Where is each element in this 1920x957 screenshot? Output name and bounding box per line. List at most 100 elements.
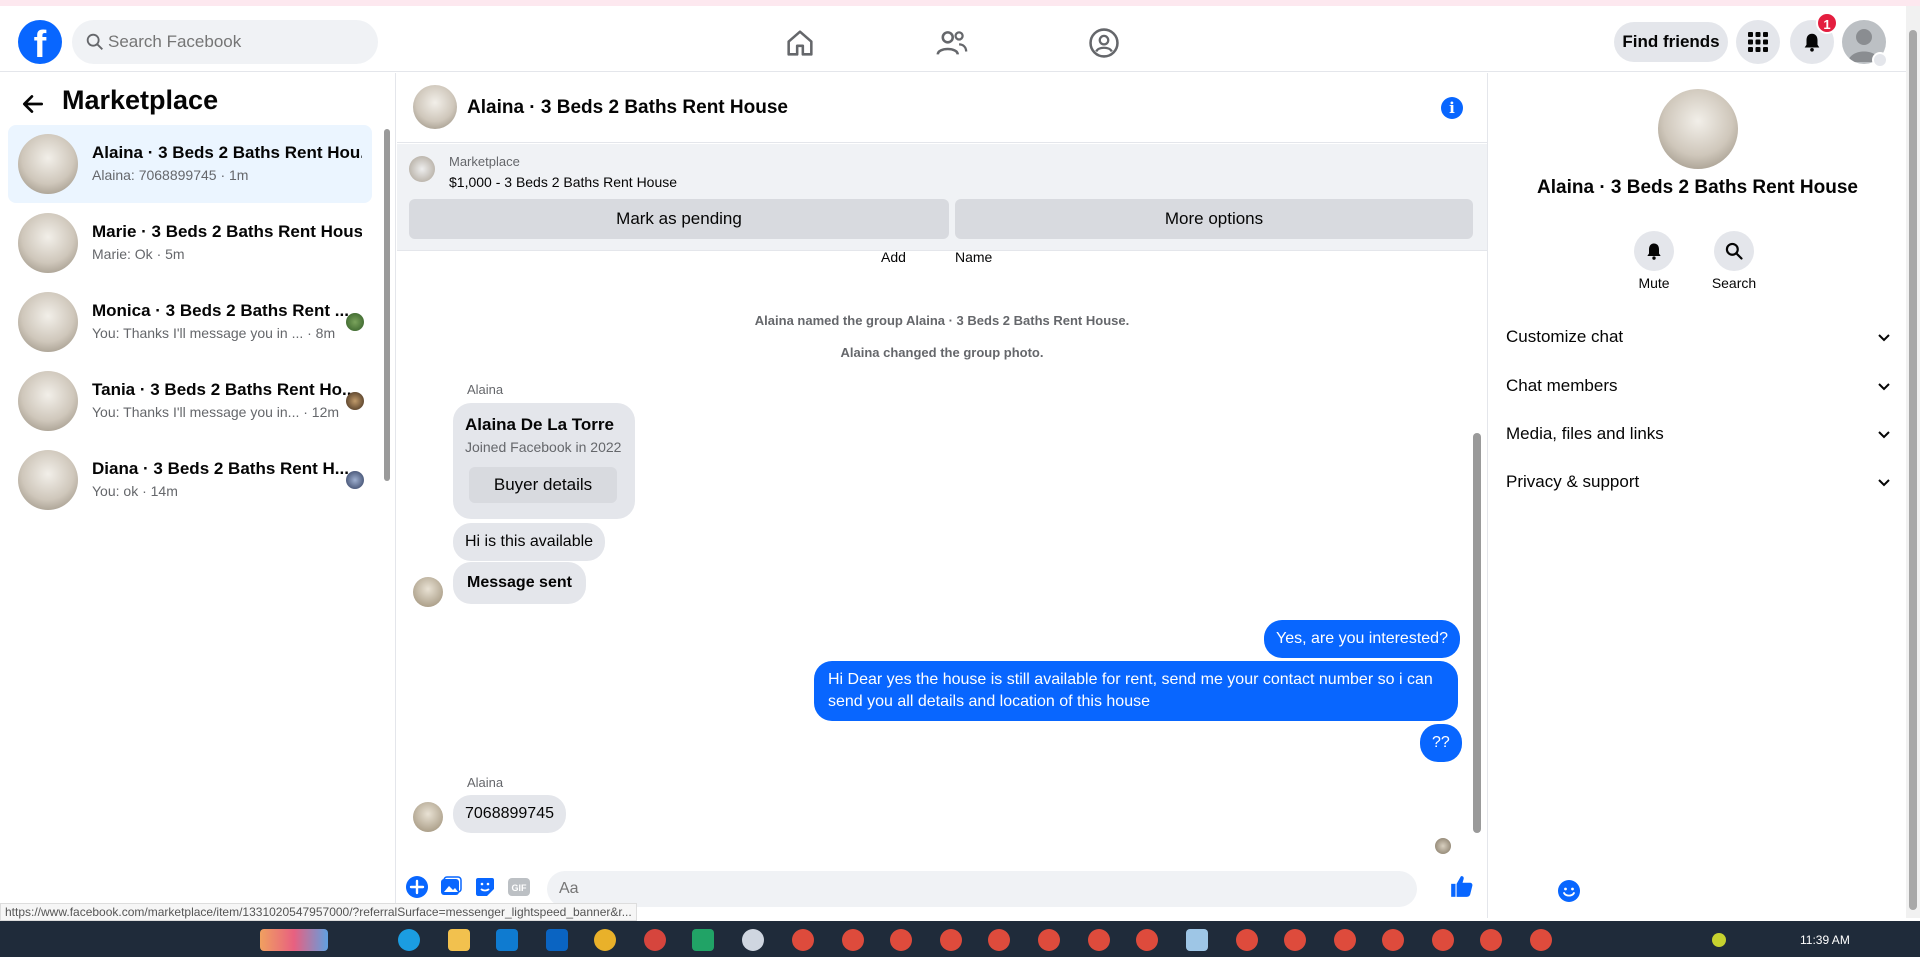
- privacy-support-row[interactable]: Privacy & support: [1506, 462, 1898, 502]
- tray-status-icon[interactable]: [1712, 933, 1726, 947]
- system-message: Alaina named the group Alaina · 3 Beds 2…: [754, 313, 1130, 328]
- mute-label: Mute: [1638, 275, 1670, 291]
- window-scrollbar[interactable]: [1906, 6, 1920, 918]
- more-options-button[interactable]: More options: [955, 199, 1473, 239]
- outlook-icon[interactable]: [546, 929, 568, 951]
- taskbar-clock[interactable]: 11:39 AM: [1800, 933, 1850, 947]
- outgoing-message[interactable]: ??: [1420, 724, 1462, 762]
- find-friends-button[interactable]: Find friends: [1614, 22, 1728, 62]
- conversation-list-scrollbar-thumb[interactable]: [384, 129, 390, 481]
- svg-text:GIF: GIF: [512, 883, 528, 893]
- incoming-message[interactable]: 7068899745: [453, 795, 566, 833]
- conversation-item[interactable]: Tania · 3 Beds 2 Baths Rent Ho... You: T…: [8, 362, 372, 440]
- chrome-profile-icon[interactable]: [1136, 929, 1158, 951]
- link-status-bar: https://www.facebook.com/marketplace/ite…: [0, 903, 637, 921]
- conversation-item[interactable]: Monica · 3 Beds 2 Baths Rent ... You: Th…: [8, 283, 372, 361]
- outgoing-message[interactable]: Yes, are you interested?: [1264, 620, 1460, 658]
- chat-title[interactable]: Alaina · 3 Beds 2 Baths Rent House: [467, 97, 788, 119]
- sender-name: Alaina: [467, 775, 504, 790]
- chat-scrollbar-thumb[interactable]: [1473, 433, 1481, 833]
- message-input-box[interactable]: [547, 871, 1580, 907]
- groups-icon[interactable]: [1087, 26, 1121, 60]
- search-chat-button[interactable]: [1714, 231, 1754, 271]
- window-scrollbar-thumb[interactable]: [1909, 30, 1917, 910]
- facebook-logo-icon[interactable]: f: [18, 20, 62, 66]
- faded-name-label: Name: [955, 249, 993, 265]
- app-icon[interactable]: [742, 929, 764, 951]
- chrome-profile-icon[interactable]: [988, 929, 1010, 951]
- chrome-icon[interactable]: [594, 929, 616, 951]
- photo-icon[interactable]: [439, 875, 463, 899]
- file-explorer-icon[interactable]: [448, 929, 470, 951]
- sender-avatar[interactable]: [413, 802, 443, 832]
- conversation-item[interactable]: Marie · 3 Beds 2 Baths Rent House Marie:…: [8, 204, 372, 282]
- chrome-profile-icon[interactable]: [1432, 929, 1454, 951]
- taskbar-search-highlight-icon[interactable]: [260, 929, 328, 951]
- conversation-item[interactable]: Diana · 3 Beds 2 Baths Rent H... You: ok…: [8, 441, 372, 519]
- info-icon[interactable]: i: [1441, 97, 1463, 119]
- account-chevron-icon[interactable]: [1872, 52, 1888, 68]
- gif-icon[interactable]: GIF: [507, 875, 531, 899]
- conversation-avatar: [18, 134, 78, 194]
- conversation-avatar: [18, 292, 78, 352]
- row-label: Customize chat: [1506, 327, 1624, 346]
- chrome-profile-icon[interactable]: [1236, 929, 1258, 951]
- plus-icon[interactable]: [405, 875, 429, 899]
- outgoing-message[interactable]: Hi Dear yes the house is still available…: [814, 661, 1458, 721]
- sender-avatar[interactable]: [413, 577, 443, 607]
- back-arrow-icon[interactable]: [20, 91, 46, 117]
- media-files-links-row[interactable]: Media, files and links: [1506, 414, 1898, 454]
- thumbs-up-icon[interactable]: [1449, 873, 1475, 899]
- chat-header: Alaina · 3 Beds 2 Baths Rent House i: [397, 73, 1487, 143]
- buyer-profile-card: Alaina De La Torre Joined Facebook in 20…: [453, 403, 635, 519]
- search-icon: [1725, 242, 1743, 260]
- chrome-profile-icon[interactable]: [792, 929, 814, 951]
- buyer-name: Alaina De La Torre: [465, 415, 614, 434]
- edge-icon[interactable]: [398, 929, 420, 951]
- incoming-message[interactable]: Hi is this available: [453, 523, 606, 561]
- search-input[interactable]: [108, 20, 368, 64]
- chrome-profile-icon[interactable]: [842, 929, 864, 951]
- mark-as-pending-button[interactable]: Mark as pending: [409, 199, 949, 239]
- chrome-profile-icon[interactable]: [1530, 929, 1552, 951]
- conversation-list-scrollbar[interactable]: [380, 113, 392, 493]
- chrome-profile-icon[interactable]: [1382, 929, 1404, 951]
- message-input[interactable]: [559, 871, 1379, 907]
- friends-icon[interactable]: [935, 26, 969, 60]
- listing-price-title[interactable]: $1,000 - 3 Beds 2 Baths Rent House: [449, 174, 677, 190]
- buyer-details-button[interactable]: Buyer details: [469, 467, 617, 503]
- notepad-icon[interactable]: [1186, 929, 1208, 951]
- store-icon[interactable]: [496, 929, 518, 951]
- incoming-message[interactable]: Message sent: [453, 562, 586, 604]
- conversation-preview: You: ok · 14m: [92, 483, 178, 499]
- conversation-item[interactable]: Alaina · 3 Beds 2 Baths Rent Hou... Alai…: [8, 125, 372, 203]
- chat-panel: Alaina · 3 Beds 2 Baths Rent House i Mar…: [397, 73, 1580, 918]
- marketplace-conversation-list: Marketplace Alaina · 3 Beds 2 Baths Rent…: [0, 73, 396, 918]
- chat-avatar[interactable]: [413, 85, 457, 129]
- chrome-profile-icon[interactable]: [890, 929, 912, 951]
- search-box[interactable]: [72, 20, 378, 64]
- chat-scrollbar[interactable]: [1469, 253, 1483, 853]
- chrome-profile-icon[interactable]: [1480, 929, 1502, 951]
- chrome-profile-icon[interactable]: [1284, 929, 1306, 951]
- chrome-profile-icon[interactable]: [1038, 929, 1060, 951]
- chrome-profile-icon[interactable]: [1088, 929, 1110, 951]
- customize-chat-row[interactable]: Customize chat: [1506, 317, 1898, 357]
- chrome-gmail-icon[interactable]: [644, 929, 666, 951]
- chat-info-avatar[interactable]: [1658, 89, 1738, 169]
- listing-thumbnail[interactable]: [409, 156, 435, 182]
- sticker-icon[interactable]: [473, 875, 497, 899]
- chrome-profile-icon[interactable]: [940, 929, 962, 951]
- mute-button[interactable]: [1634, 231, 1674, 271]
- chrome-profile-icon[interactable]: [1334, 929, 1356, 951]
- menu-button[interactable]: [1736, 20, 1780, 64]
- conversation-name: Diana · 3 Beds 2 Baths Rent H...: [92, 459, 349, 478]
- system-message: Alaina changed the group photo.: [840, 345, 1044, 360]
- spreadsheet-icon[interactable]: [692, 929, 714, 951]
- faded-add-label: Add: [881, 249, 906, 265]
- grid-menu-icon: [1748, 32, 1768, 52]
- conversation-name: Tania · 3 Beds 2 Baths Rent Ho...: [92, 380, 357, 399]
- home-icon[interactable]: [783, 26, 817, 60]
- windows-taskbar: 11:39 AM: [0, 921, 1920, 957]
- chat-members-row[interactable]: Chat members: [1506, 366, 1898, 406]
